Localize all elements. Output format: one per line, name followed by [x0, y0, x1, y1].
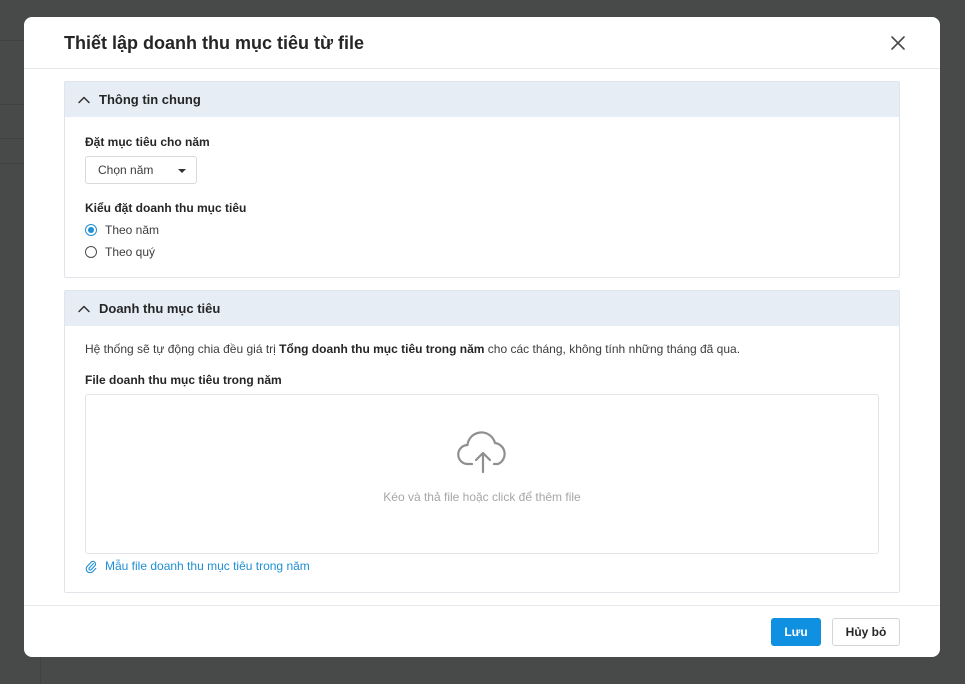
paperclip-icon [85, 560, 97, 573]
dropzone-text: Kéo và thả file hoặc click để thêm file [383, 490, 581, 504]
file-dropzone[interactable]: Kéo và thả file hoặc click để thêm file [85, 394, 879, 554]
modal-title: Thiết lập doanh thu mục tiêu từ file [64, 33, 365, 53]
modal-header: Thiết lập doanh thu mục tiêu từ file [24, 17, 940, 69]
template-file-link[interactable]: Mẫu file doanh thu mục tiêu trong năm [85, 559, 310, 573]
modal-footer: Lưu Hủy bỏ [24, 605, 940, 657]
year-select-value: Chọn năm [98, 163, 154, 177]
target-revenue-section: Doanh thu mục tiêu Hệ thống sẽ tự động c… [64, 290, 900, 593]
template-link-text: Mẫu file doanh thu mục tiêu trong năm [105, 559, 310, 573]
year-select[interactable]: Chọn năm [85, 156, 197, 184]
section-title: Thông tin chung [99, 92, 201, 107]
chevron-up-icon [78, 305, 90, 312]
target-revenue-section-header[interactable]: Doanh thu mục tiêu [65, 291, 899, 326]
upload-target-revenue-dialog: Thiết lập doanh thu mục tiêu từ file Thô… [24, 17, 940, 657]
description-suffix: cho các tháng, không tính những tháng đã… [484, 342, 741, 356]
radio-by-year[interactable]: Theo năm [85, 223, 159, 237]
radio-button[interactable] [85, 246, 97, 258]
close-icon[interactable] [888, 33, 908, 53]
file-label: File doanh thu mục tiêu trong năm [85, 373, 282, 387]
general-info-section: Thông tin chung Đặt mục tiêu cho năm Chọ… [64, 81, 900, 278]
description-prefix: Hệ thống sẽ tự động chia đều giá trị [85, 342, 280, 356]
radio-label: Theo năm [105, 223, 160, 237]
cloud-upload-icon [457, 431, 506, 474]
target-type-label: Kiểu đặt doanh thu mục tiêu [85, 201, 247, 215]
general-info-section-header[interactable]: Thông tin chung [65, 82, 899, 117]
radio-by-quarter[interactable]: Theo quý [85, 245, 155, 259]
chevron-up-icon [78, 96, 90, 103]
section-title: Doanh thu mục tiêu [99, 301, 221, 316]
save-button[interactable]: Lưu [771, 618, 821, 646]
cancel-button[interactable]: Hủy bỏ [832, 618, 900, 646]
radio-label: Theo quý [105, 245, 156, 259]
year-label: Đặt mục tiêu cho năm [85, 135, 210, 149]
description-bold: Tổng doanh thu mục tiêu trong năm [279, 342, 485, 356]
caret-down-icon [178, 169, 186, 173]
radio-button-checked[interactable] [85, 224, 97, 236]
description-text: Hệ thống sẽ tự động chia đều giá trị Tổn… [85, 342, 740, 356]
modal-body: Thông tin chung Đặt mục tiêu cho năm Chọ… [24, 69, 940, 605]
